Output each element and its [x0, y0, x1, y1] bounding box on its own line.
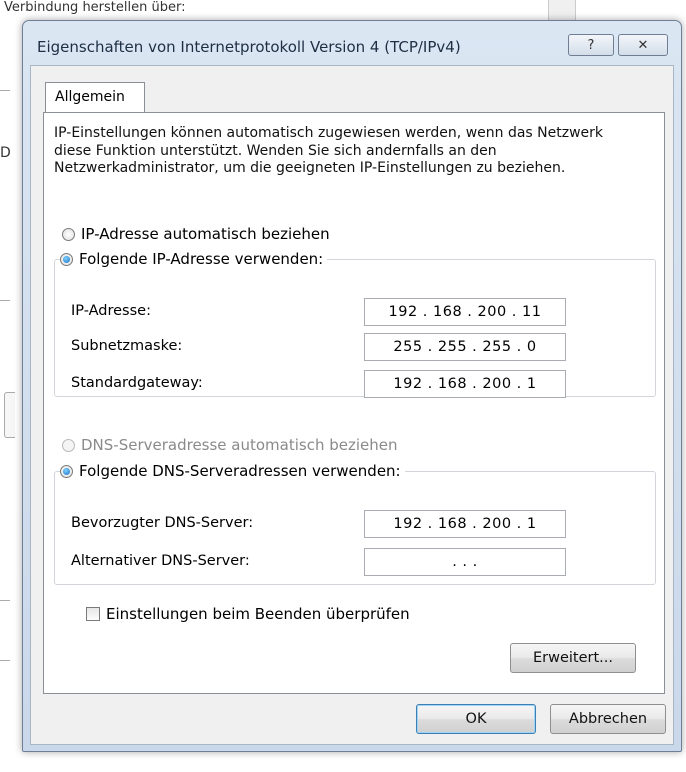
background-control	[4, 392, 15, 438]
default-gateway-label: Standardgateway:	[71, 375, 203, 391]
tab-general[interactable]: Allgemein	[45, 82, 145, 112]
preferred-dns-label: Bevorzugter DNS-Server:	[71, 515, 254, 531]
subnet-mask-input[interactable]: 255 . 255 . 255 . 0	[364, 333, 566, 361]
ip-auto-radio-option[interactable]: IP-Adresse automatisch beziehen	[62, 225, 334, 243]
ip-address-input[interactable]: 192 . 168 . 200 . 11	[364, 298, 566, 326]
ok-button[interactable]: OK	[416, 704, 536, 734]
close-button[interactable]: ✕	[618, 34, 668, 56]
close-icon: ✕	[637, 37, 649, 53]
ip-manual-radio[interactable]	[60, 252, 73, 266]
background-scrollbar	[548, 0, 576, 22]
general-tab-panel: IP-Einstellungen können automatisch zuge…	[43, 112, 665, 694]
background-divider	[0, 300, 10, 301]
alternate-dns-input[interactable]: . . .	[364, 548, 566, 576]
background-divider	[0, 660, 10, 661]
dns-manual-radio-option[interactable]: Folgende DNS-Serveradressen verwenden:	[60, 462, 405, 480]
background-fragment: D	[0, 145, 11, 161]
validate-settings-label: Einstellungen beim Beenden überprüfen	[106, 605, 410, 623]
validate-settings-checkbox[interactable]	[86, 607, 100, 621]
ip-manual-label: Folgende IP-Adresse verwenden:	[79, 250, 324, 268]
dns-manual-label: Folgende DNS-Serveradressen verwenden:	[79, 462, 401, 480]
dialog-client-area: Allgemein IP-Einstellungen können automa…	[30, 65, 674, 745]
ip-manual-radio-option[interactable]: Folgende IP-Adresse verwenden:	[60, 250, 328, 268]
ip-auto-radio[interactable]	[62, 227, 75, 241]
background-divider	[0, 90, 10, 91]
alternate-dns-label: Alternativer DNS-Server:	[71, 553, 250, 569]
validate-settings-option[interactable]: Einstellungen beim Beenden überprüfen	[86, 605, 410, 623]
preferred-dns-input[interactable]: 192 . 168 . 200 . 1	[364, 510, 566, 538]
tcpip-properties-dialog: Eigenschaften von Internetprotokoll Vers…	[22, 20, 682, 752]
background-divider	[0, 600, 10, 601]
default-gateway-input[interactable]: 192 . 168 . 200 . 1	[364, 370, 566, 398]
dns-manual-radio[interactable]	[60, 464, 73, 478]
ip-auto-label: IP-Adresse automatisch beziehen	[81, 225, 330, 243]
help-icon: ?	[587, 37, 595, 53]
dns-auto-radio-option[interactable]: DNS-Serveradresse automatisch beziehen	[62, 436, 402, 454]
dns-auto-radio[interactable]	[62, 438, 75, 452]
dns-auto-label: DNS-Serveradresse automatisch beziehen	[81, 436, 398, 454]
help-button[interactable]: ?	[568, 34, 614, 56]
dialog-title: Eigenschaften von Internetprotokoll Vers…	[37, 38, 461, 56]
description-text: IP-Einstellungen können automatisch zuge…	[54, 125, 604, 176]
ip-address-label: IP-Adresse:	[71, 303, 151, 319]
background-window-title: Verbindung herstellen über:	[4, 0, 186, 15]
cancel-button[interactable]: Abbrechen	[550, 704, 666, 734]
subnet-mask-label: Subnetzmaske:	[71, 338, 183, 354]
advanced-button[interactable]: Erweitert...	[510, 643, 636, 673]
